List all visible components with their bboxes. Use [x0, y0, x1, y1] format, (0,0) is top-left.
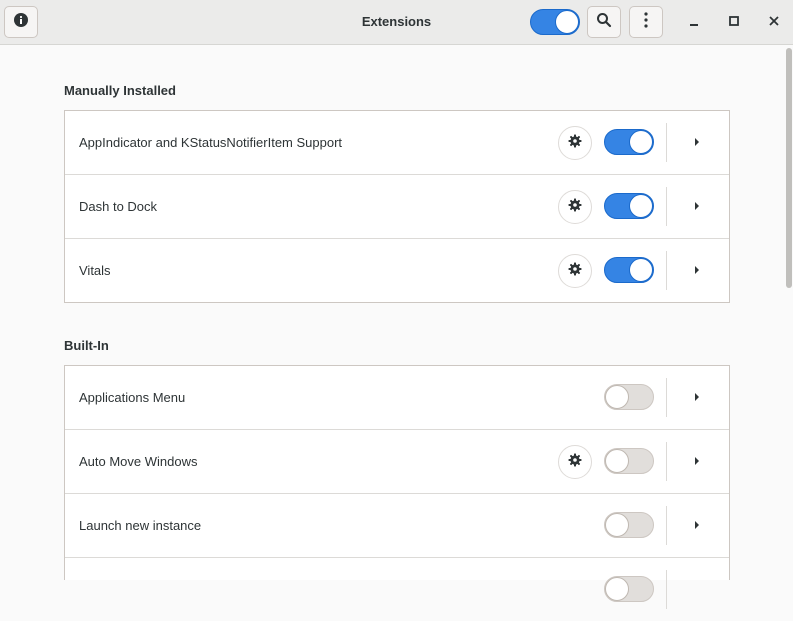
expand-button[interactable]: [685, 259, 709, 283]
toggle-knob: [629, 194, 653, 218]
minimize-icon: [689, 13, 699, 31]
pan-end-icon: [693, 134, 701, 152]
window-title: Extensions: [361, 14, 432, 29]
extension-row[interactable]: Launch new instance: [65, 494, 729, 558]
extension-row[interactable]: [65, 558, 729, 621]
pan-end-icon: [693, 453, 701, 471]
extension-toggle[interactable]: [604, 257, 654, 283]
extension-toggle[interactable]: [604, 384, 654, 410]
row-separator: [666, 378, 667, 417]
pan-end-icon: [693, 517, 701, 535]
expand-button[interactable]: [685, 386, 709, 410]
minimize-button[interactable]: [682, 10, 706, 34]
toggle-knob: [605, 513, 629, 537]
extension-name: Vitals: [79, 263, 111, 278]
header-bar: Extensions: [0, 0, 793, 45]
close-icon: [769, 13, 779, 31]
settings-button[interactable]: [558, 126, 592, 160]
row-separator: [666, 570, 667, 609]
expand-button[interactable]: [685, 514, 709, 538]
pan-end-icon: [693, 389, 701, 407]
vertical-scrollbar[interactable]: [784, 46, 793, 580]
extension-toggle[interactable]: [604, 129, 654, 155]
extension-name: Dash to Dock: [79, 199, 158, 214]
extension-row[interactable]: AppIndicator and KStatusNotifierItem Sup…: [65, 111, 729, 175]
toggle-knob: [555, 10, 579, 34]
row-separator: [666, 506, 667, 545]
about-button[interactable]: [4, 6, 38, 38]
gear-icon: [568, 198, 582, 217]
expand-button[interactable]: [685, 195, 709, 219]
kebab-menu-icon: [644, 11, 648, 33]
scrollbar-thumb[interactable]: [786, 48, 792, 288]
extension-name: AppIndicator and KStatusNotifierItem Sup…: [79, 135, 343, 150]
extension-name: Applications Menu: [79, 390, 186, 405]
extension-row[interactable]: Vitals: [65, 239, 729, 302]
settings-button[interactable]: [558, 254, 592, 288]
pan-end-icon: [693, 262, 701, 280]
toggle-knob: [605, 449, 629, 473]
extension-list-built-in: Applications Menu Auto Move Windows Laun…: [64, 365, 730, 609]
info-icon: [14, 12, 28, 32]
row-separator: [666, 123, 667, 162]
extension-row[interactable]: Applications Menu: [65, 366, 729, 430]
gear-icon: [568, 262, 582, 281]
toggle-knob: [629, 258, 653, 282]
extension-toggle[interactable]: [604, 448, 654, 474]
pan-end-icon: [693, 198, 701, 216]
extension-list-manually-installed: AppIndicator and KStatusNotifierItem Sup…: [64, 110, 730, 303]
extensions-master-toggle[interactable]: [530, 9, 580, 35]
section-title-manually-installed: Manually Installed: [64, 83, 176, 98]
extension-name: Auto Move Windows: [79, 454, 198, 469]
maximize-button[interactable]: [722, 10, 746, 34]
settings-button[interactable]: [558, 190, 592, 224]
toggle-knob: [605, 385, 629, 409]
row-separator: [666, 251, 667, 290]
main-menu-button[interactable]: [629, 6, 663, 38]
toggle-knob: [605, 577, 629, 601]
row-separator: [666, 187, 667, 226]
search-icon: [596, 12, 612, 33]
expand-button[interactable]: [685, 131, 709, 155]
search-button[interactable]: [587, 6, 621, 38]
toggle-knob: [629, 130, 653, 154]
extension-row[interactable]: Dash to Dock: [65, 175, 729, 239]
extension-toggle[interactable]: [604, 512, 654, 538]
settings-button[interactable]: [558, 445, 592, 479]
extension-row[interactable]: Auto Move Windows: [65, 430, 729, 494]
extension-name: Launch new instance: [79, 518, 202, 533]
maximize-icon: [729, 13, 739, 31]
close-button[interactable]: [762, 10, 786, 34]
extension-toggle[interactable]: [604, 193, 654, 219]
row-separator: [666, 442, 667, 481]
gear-icon: [568, 453, 582, 472]
gear-icon: [568, 134, 582, 153]
expand-button[interactable]: [685, 450, 709, 474]
section-title-built-in: Built-In: [64, 338, 109, 353]
